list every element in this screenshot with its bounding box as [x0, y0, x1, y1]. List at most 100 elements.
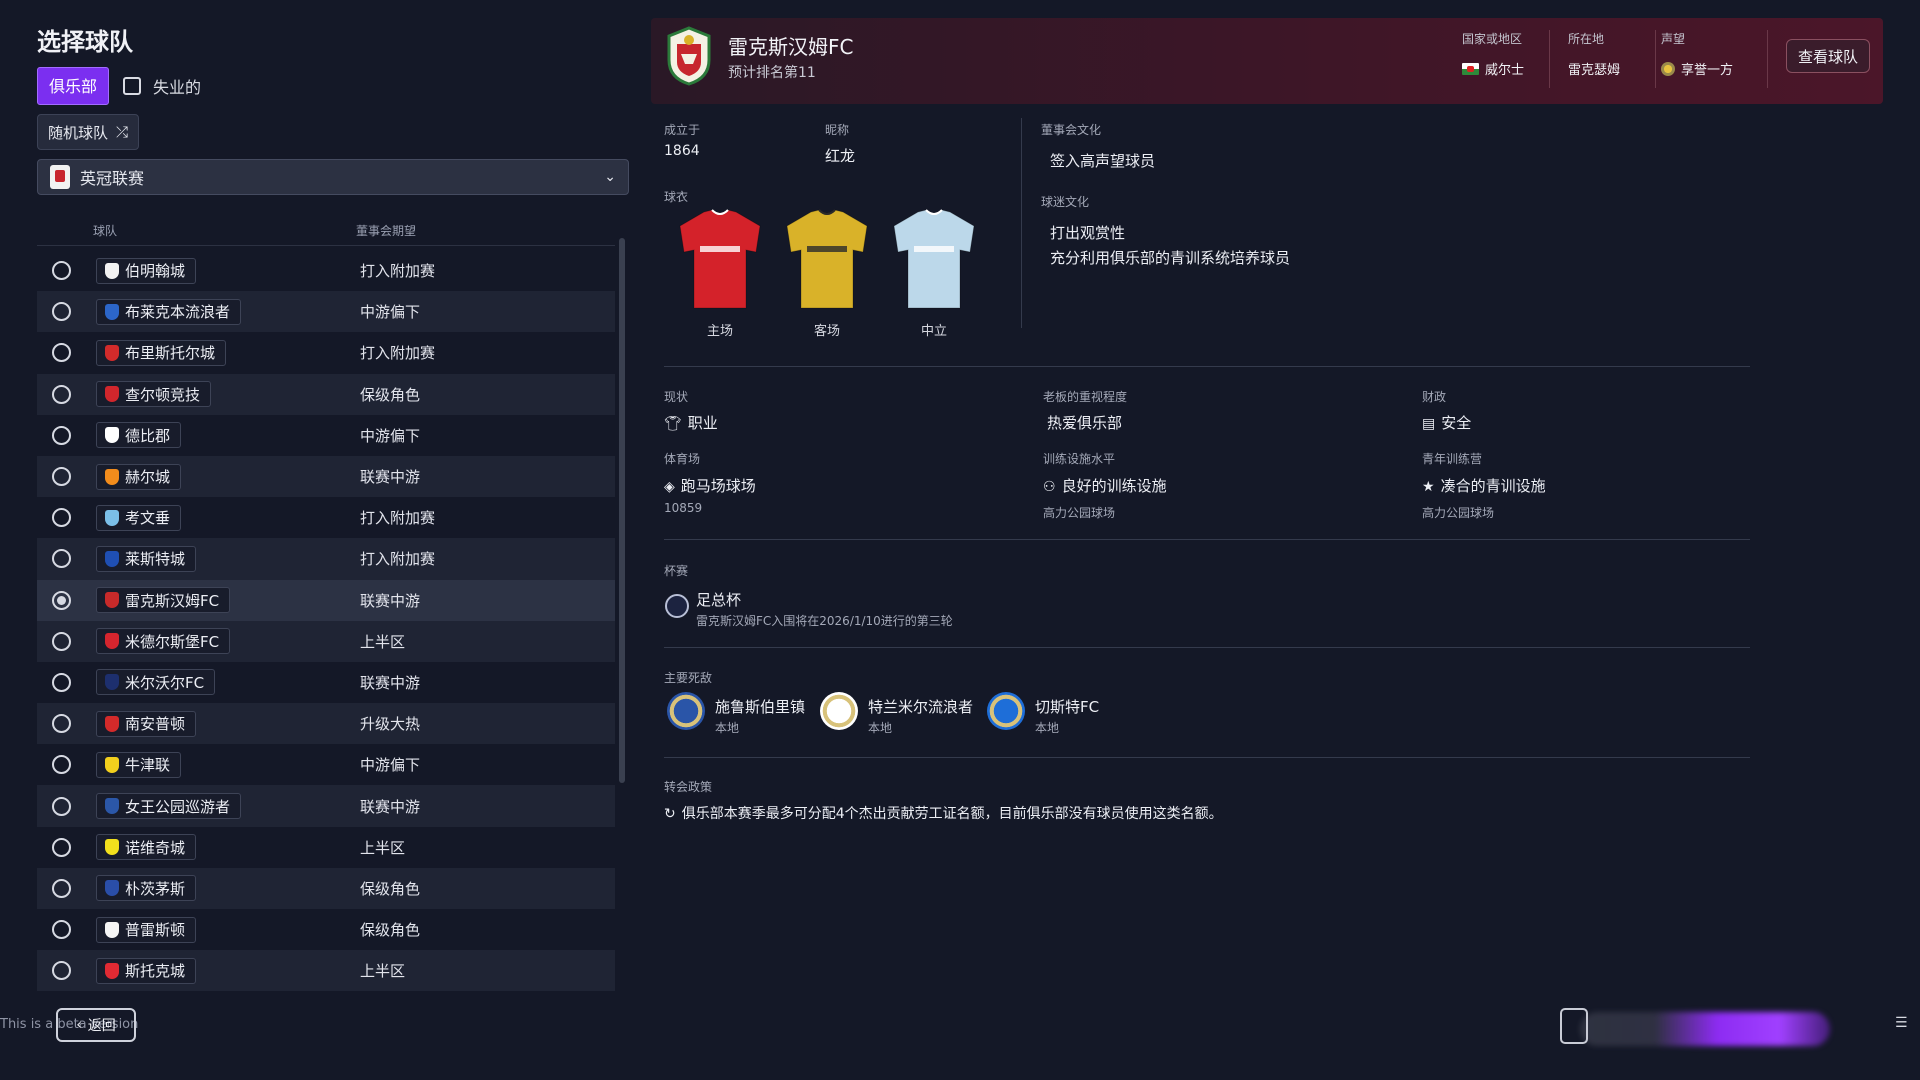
kit-label: 客场: [813, 324, 840, 339]
team-radio[interactable]: [52, 425, 71, 445]
team-radio[interactable]: [52, 878, 71, 898]
team-radio[interactable]: [52, 631, 71, 651]
team-radio[interactable]: [52, 302, 71, 322]
fa-cup-icon: [665, 594, 689, 618]
team-radio[interactable]: [52, 714, 71, 734]
team-chip[interactable]: 朴茨茅斯: [96, 875, 197, 902]
team-chip[interactable]: 南安普顿: [96, 710, 197, 737]
team-chip[interactable]: 查尔顿竞技: [96, 381, 212, 408]
team-row[interactable]: 斯托克城 上半区: [37, 950, 615, 992]
team-row[interactable]: 女王公园巡游者 联赛中游: [37, 785, 615, 827]
team-row[interactable]: 德比郡 中游偏下: [37, 415, 615, 456]
cup-label: 杯赛: [664, 564, 689, 578]
team-chip[interactable]: 诺维奇城: [96, 834, 197, 861]
team-chip[interactable]: 赫尔城: [96, 463, 182, 490]
team-chip[interactable]: 斯托克城: [96, 957, 197, 984]
team-radio[interactable]: [52, 590, 71, 610]
team-crest-icon: [105, 303, 119, 320]
team-row[interactable]: 米德尔斯堡FC 上半区: [37, 620, 615, 662]
menu-icon[interactable]: ☰: [1895, 1015, 1908, 1031]
team-chip[interactable]: 布莱克本流浪者: [96, 298, 242, 325]
board-expectation: 联赛中游: [360, 591, 421, 610]
team-row[interactable]: 莱斯特城 打入附加赛: [37, 538, 615, 580]
team-row[interactable]: 南安普顿 升级大热: [37, 703, 615, 745]
team-crest-icon: [105, 921, 119, 938]
team-chip[interactable]: 布里斯托尔城: [96, 339, 227, 366]
continue-button[interactable]: [1580, 1012, 1830, 1046]
location-block: 所在地 雷克瑟姆: [1568, 30, 1620, 78]
team-radio[interactable]: [52, 384, 71, 404]
team-row[interactable]: 布莱克本流浪者 中游偏下: [37, 291, 615, 333]
training-text: 良好的训练设施: [1061, 477, 1167, 495]
board-expectation: 联赛中游: [360, 673, 421, 692]
training-label: 训练设施水平: [1043, 452, 1116, 466]
team-row[interactable]: 考文垂 打入附加赛: [37, 497, 615, 538]
board-expectation: 联赛中游: [360, 797, 421, 816]
refresh-icon: ↻: [664, 806, 676, 822]
team-chip[interactable]: 考文垂: [96, 504, 182, 531]
kit-label: 中立: [920, 324, 947, 339]
team-name: 查尔顿竞技: [125, 385, 201, 404]
youth-text: 凑合的青训设施: [1440, 477, 1546, 495]
youth-ground: 高力公园球场: [1422, 506, 1495, 520]
reputation-text: 享誉一方: [1681, 63, 1734, 78]
team-chip[interactable]: 雷克斯汉姆FC: [96, 587, 231, 614]
team-row[interactable]: 牛津联 中游偏下: [37, 744, 615, 785]
team-chip[interactable]: 米德尔斯堡FC: [96, 628, 231, 655]
filter-row: 俱乐部 失业的: [37, 67, 201, 105]
team-radio[interactable]: [52, 261, 71, 281]
unemployed-checkbox[interactable]: [123, 77, 142, 95]
fan-culture-item: 充分利用俱乐部的青训系统培养球员: [1050, 249, 1291, 267]
team-radio[interactable]: [52, 672, 71, 692]
team-chip[interactable]: 伯明翰城: [96, 257, 197, 284]
team-list-scrollbar[interactable]: [619, 238, 625, 783]
team-name: 布莱克本流浪者: [125, 303, 231, 322]
team-name: 德比郡: [125, 426, 171, 445]
header-divider: [1549, 30, 1550, 88]
kits-label: 球衣: [664, 190, 689, 204]
board-expectation: 打入附加赛: [360, 550, 436, 569]
team-row[interactable]: 米尔沃尔FC 联赛中游: [37, 662, 615, 703]
team-row[interactable]: 诺维奇城 上半区: [37, 827, 615, 868]
team-chip[interactable]: 牛津联: [96, 751, 182, 778]
random-team-button[interactable]: 随机球队 ⤮: [37, 114, 140, 150]
section-divider: [664, 539, 1750, 540]
team-chip[interactable]: 德比郡: [96, 422, 182, 449]
team-radio[interactable]: [52, 467, 71, 487]
team-crest-icon: [105, 427, 119, 444]
team-row[interactable]: 伯明翰城 打入附加赛: [37, 250, 615, 291]
team-chip[interactable]: 女王公园巡游者: [96, 793, 242, 820]
team-crest-icon: [105, 262, 119, 279]
team-row[interactable]: 朴茨茅斯 保级角色: [37, 867, 615, 909]
club-header: 雷克斯汉姆FC 预计排名第11 国家或地区 威尔士 所在地 雷克瑟姆 声望 享誉…: [651, 18, 1883, 104]
team-radio[interactable]: [52, 920, 71, 940]
finance-value: ▤ 安全: [1422, 412, 1471, 433]
league-logo-icon: [50, 165, 70, 189]
fan-culture-item: 打出观赏性: [1050, 224, 1126, 242]
board-expectation: 打入附加赛: [360, 262, 436, 281]
status-label: 现状: [664, 390, 689, 404]
team-radio[interactable]: [52, 796, 71, 816]
team-chip[interactable]: 普雷斯顿: [96, 916, 197, 943]
team-radio[interactable]: [52, 837, 71, 857]
team-radio[interactable]: [52, 343, 71, 363]
view-team-button[interactable]: 查看球队: [1786, 39, 1870, 73]
league-dropdown[interactable]: 英冠联赛 ⌄: [37, 159, 629, 195]
team-row[interactable]: 赫尔城 联赛中游: [37, 455, 615, 498]
team-radio[interactable]: [52, 549, 71, 569]
team-row[interactable]: 普雷斯顿 保级角色: [37, 909, 615, 950]
team-radio[interactable]: [52, 508, 71, 528]
team-radio[interactable]: [52, 961, 71, 981]
team-row[interactable]: 雷克斯汉姆FC 联赛中游: [37, 579, 615, 621]
team-radio[interactable]: [52, 755, 71, 775]
team-row[interactable]: 布里斯托尔城 打入附加赛: [37, 332, 615, 373]
tab-club[interactable]: 俱乐部: [37, 67, 110, 105]
team-row[interactable]: 查尔顿竞技 保级角色: [37, 373, 615, 415]
team-chip[interactable]: 米尔沃尔FC: [96, 669, 216, 696]
founded-value: 1864: [664, 143, 700, 159]
team-name: 莱斯特城: [125, 550, 186, 569]
team-chip[interactable]: 莱斯特城: [96, 545, 197, 572]
board-expectation: 打入附加赛: [360, 344, 436, 363]
training-icon: ⚇: [1043, 479, 1056, 495]
back-button[interactable]: ‹ 返回: [56, 1008, 136, 1042]
